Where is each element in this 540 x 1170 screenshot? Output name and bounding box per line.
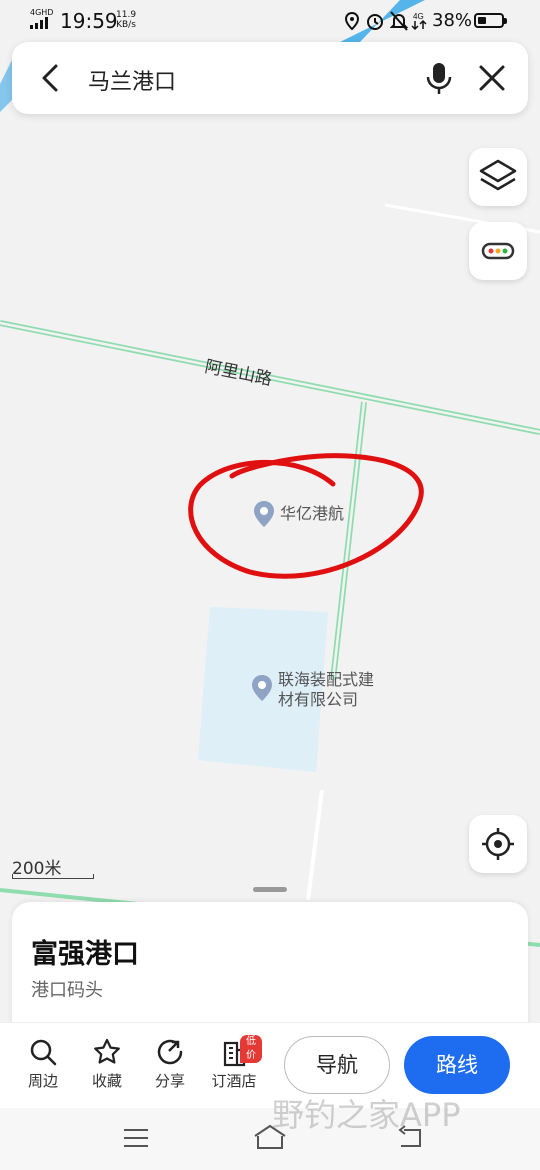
locate-button[interactable]	[469, 815, 527, 873]
poi-label-line2: 材有限公司	[278, 690, 359, 709]
network-indicator: 4GHD	[30, 8, 54, 31]
locate-crosshair-icon	[482, 828, 514, 860]
place-category: 港口码头	[31, 980, 103, 1001]
favorite-label: 收藏	[91, 1072, 122, 1090]
signal-icon	[30, 17, 48, 29]
navigate-button[interactable]: 导航	[284, 1036, 390, 1094]
location-status-icon	[344, 12, 360, 30]
data-4g-icon: 4G	[411, 12, 427, 31]
nearby-label: 周边	[27, 1072, 58, 1090]
net-speed: 11.9 KB/s	[116, 10, 136, 30]
search-input[interactable]: 马兰港口	[88, 64, 176, 96]
drag-handle[interactable]	[253, 887, 287, 892]
favorite-button[interactable]: 收藏	[79, 1037, 135, 1091]
layers-icon	[479, 159, 517, 191]
search-icon	[30, 1039, 57, 1066]
close-icon[interactable]	[474, 60, 510, 96]
battery-icon	[474, 13, 507, 28]
poi-label-lianhai[interactable]: 联海装配式建 材有限公司	[278, 670, 374, 710]
nearby-button[interactable]: 周边	[15, 1037, 71, 1091]
alarm-icon	[367, 14, 383, 30]
microphone-icon[interactable]	[419, 58, 459, 98]
map-scale-bar	[12, 874, 94, 879]
poi-label-line1: 联海装配式建	[278, 670, 375, 689]
share-button[interactable]: 分享	[142, 1037, 198, 1091]
water-channel-left	[0, 60, 12, 112]
svg-text:4G: 4G	[413, 12, 424, 21]
status-bar: 4GHD 19:59 11.9 KB/s 4G 38%	[0, 0, 540, 42]
traffic-icon	[481, 242, 515, 260]
poi-pin-icon[interactable]	[252, 500, 276, 528]
low-price-badge: 低价	[240, 1035, 262, 1063]
hotel-button[interactable]: 订酒店 低价	[206, 1035, 262, 1091]
back-arrow-icon[interactable]	[34, 60, 70, 96]
poi-pin-icon[interactable]	[250, 674, 274, 702]
place-title: 富强港口	[31, 939, 139, 970]
hotel-label: 订酒店	[211, 1072, 257, 1090]
layers-button[interactable]	[469, 148, 527, 206]
share-label: 分享	[154, 1072, 185, 1090]
network-type: 4GHD	[30, 8, 54, 17]
mute-bell-icon	[390, 11, 408, 31]
traffic-button[interactable]	[469, 222, 527, 280]
place-card[interactable]: 富强港口 港口码头	[12, 902, 528, 1042]
watermark: 野钓之家APP	[272, 1096, 461, 1134]
menu-icon[interactable]	[121, 1126, 151, 1150]
speed-unit: KB/s	[116, 20, 136, 30]
clock: 19:59	[60, 9, 118, 33]
star-icon	[94, 1038, 120, 1064]
speed-value: 11.9	[116, 10, 137, 20]
battery-percent: 38%	[432, 10, 473, 31]
route-button[interactable]: 路线	[404, 1036, 510, 1094]
search-bar[interactable]: 马兰港口	[12, 42, 528, 114]
poi-label-huayi[interactable]: 华亿港航	[280, 504, 344, 524]
share-icon	[157, 1039, 183, 1065]
